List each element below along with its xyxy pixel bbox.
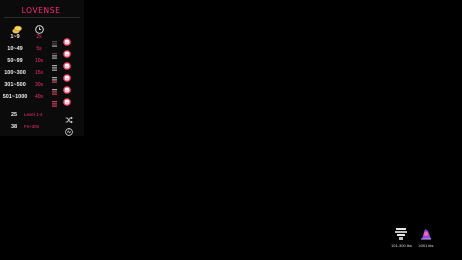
level-duration: 5s xyxy=(36,46,42,52)
gift-image-icon xyxy=(421,229,431,240)
special-command-row: 38 Fn+30s xyxy=(0,122,84,136)
vibration-level-icon xyxy=(52,34,57,47)
gift-item: ≥301 tks xyxy=(416,227,436,248)
level-range: 1~9 xyxy=(10,34,20,40)
level-row: 501~1000 40s xyxy=(0,92,84,107)
level-row: 1~9 2s xyxy=(0,32,84,47)
special-label: Fn+30s xyxy=(24,124,40,129)
level-duration: 30s xyxy=(34,82,44,88)
gift-item: 101-300 tks xyxy=(391,227,412,248)
lovense-logo: LOVENSE xyxy=(21,6,61,15)
level-duration: 2s xyxy=(36,34,42,40)
special-command-row: 25 Level 1-4 xyxy=(0,110,84,124)
level-range: 10~49 xyxy=(7,46,23,52)
gift-label: ≥301 tks xyxy=(418,243,434,248)
coin-stack-icon xyxy=(12,21,22,34)
level-range: 50~99 xyxy=(7,58,23,64)
shuffle-icon xyxy=(65,111,73,124)
level-row: 301~500 30s xyxy=(0,80,84,95)
gift-image-icon xyxy=(395,228,407,240)
vibration-level-icon xyxy=(52,94,57,107)
face-icon xyxy=(63,81,71,94)
face-icon xyxy=(63,33,71,46)
face-icon xyxy=(63,93,71,106)
clock-icon xyxy=(35,21,44,34)
gift-label: 101-300 tks xyxy=(391,243,412,248)
tip-menu-panel: LOVENSE 1~9 2s 10~49 5s 50~99 10s 100~30… xyxy=(0,0,84,136)
special-tokens: 38 xyxy=(10,124,18,130)
face-icon xyxy=(63,45,71,58)
pattern-icon xyxy=(65,123,73,136)
level-row: 100~300 15s xyxy=(0,68,84,83)
level-row: 50~99 10s xyxy=(0,56,84,71)
vibration-level-icon xyxy=(52,58,57,71)
vibration-level-icon xyxy=(52,82,57,95)
level-duration: 15s xyxy=(34,70,44,76)
level-duration: 10s xyxy=(34,58,44,64)
face-icon xyxy=(63,57,71,70)
level-duration: 40s xyxy=(34,94,44,100)
level-row: 10~49 5s xyxy=(0,44,84,59)
level-range: 501~1000 xyxy=(2,94,28,100)
special-label: Level 1-4 xyxy=(24,112,43,117)
level-range: 301~500 xyxy=(4,82,26,88)
divider xyxy=(4,17,80,18)
level-range: 100~300 xyxy=(4,70,26,76)
vibration-level-icon xyxy=(52,46,57,59)
vibration-level-icon xyxy=(52,70,57,83)
special-tokens: 25 xyxy=(10,112,18,118)
face-icon xyxy=(63,69,71,82)
